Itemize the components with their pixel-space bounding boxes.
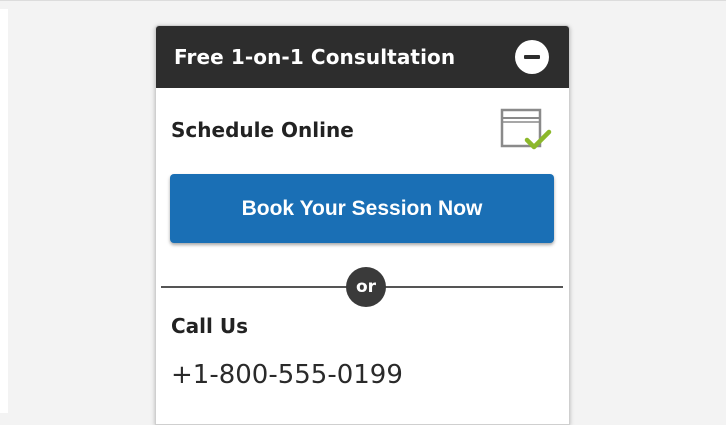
panel-header[interactable]: Free 1-on-1 Consultation: [156, 26, 569, 88]
book-session-button[interactable]: Book Your Session Now: [170, 174, 554, 243]
minus-bar: [524, 55, 540, 59]
call-us-label: Call Us: [171, 314, 248, 338]
schedule-online-label: Schedule Online: [171, 118, 354, 142]
calendar-check-icon: [500, 108, 552, 150]
phone-number-link[interactable]: +1-800-555-0199: [171, 360, 403, 390]
panel-title: Free 1-on-1 Consultation: [174, 45, 456, 69]
consultation-panel: Free 1-on-1 Consultation Schedule Online…: [155, 25, 570, 425]
schedule-row: Schedule Online: [156, 88, 569, 172]
or-badge: or: [346, 267, 386, 307]
minus-circle-icon[interactable]: [515, 40, 549, 74]
page: Free 1-on-1 Consultation Schedule Online…: [0, 0, 726, 425]
page-left-strip: [0, 9, 8, 413]
